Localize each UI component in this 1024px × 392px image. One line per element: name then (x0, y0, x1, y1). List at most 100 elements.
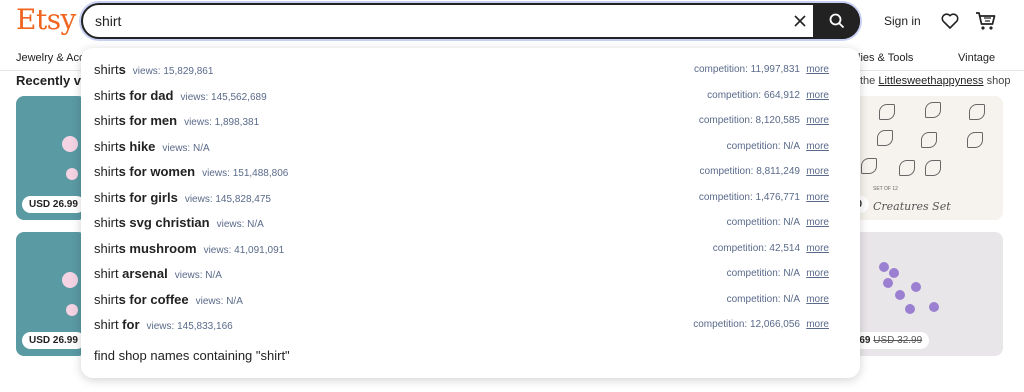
suggestion-competition: competition: N/A (726, 268, 800, 279)
product-image (879, 104, 895, 120)
more-link[interactable]: more (806, 166, 829, 177)
suggestion-term[interactable]: shirts for men views: 1,898,381 (94, 113, 259, 128)
search-button[interactable] (813, 3, 860, 39)
suggestion-row[interactable]: shirts mushroom views: 41,091,091 competit… (81, 237, 860, 261)
suggestion-completion: arsenal (118, 266, 168, 281)
suggestion-views: views: 145,828,475 (184, 193, 271, 205)
suggestion-completion: s for dad (118, 87, 174, 103)
suggestion-term[interactable]: shirts hike views: N/A (94, 139, 210, 154)
more-link[interactable]: more (806, 115, 829, 126)
suggestion-prefix: shirt (94, 138, 119, 154)
etsy-logo[interactable]: Etsy (16, 3, 76, 36)
suggestion-views: views: N/A (174, 270, 222, 281)
suggestion-competition: competition: 42,514 (712, 242, 800, 254)
sign-in-link[interactable]: Sign in (884, 14, 921, 28)
suggestion-term[interactable]: shirts for girls views: 145,828,475 (94, 190, 271, 205)
clear-search-button[interactable] (788, 9, 812, 33)
suggestion-prefix: shirt (94, 164, 119, 179)
more-link[interactable]: more (806, 64, 829, 75)
more-link[interactable]: more (806, 217, 829, 228)
product-image (62, 272, 78, 288)
listing-card[interactable]: SET OF 12 Creatures Set 00 (849, 96, 1003, 220)
nav-item-jewelry[interactable]: Jewelry & Acc (16, 52, 84, 64)
suggestion-views: views: 41,091,091 (203, 244, 285, 256)
shop-note: the Littlesweethappyness shop (860, 75, 1011, 87)
suggestion-prefix: shirt (94, 113, 119, 128)
suggestion-completion: s for girls (118, 189, 178, 205)
suggestion-prefix: shirt (94, 87, 119, 103)
suggestion-competition: competition: 12,066,056 (693, 319, 800, 330)
recently-viewed-heading: Recently vi (16, 73, 85, 88)
close-icon (794, 15, 806, 27)
listing-card[interactable]: 9.69 USD 32.99 (849, 232, 1003, 356)
listing-old-price: USD 32.99 (873, 335, 923, 346)
suggestion-row[interactable]: shirt arsenal views: N/A competition: N/A m… (81, 262, 860, 286)
listing-price: USD 26.99 (22, 332, 85, 349)
suggestion-completion: s svg christian (118, 215, 210, 230)
suggestion-completion: s for women (118, 164, 196, 179)
listing-price: 9.69 USD 32.99 (849, 332, 930, 349)
suggestion-term[interactable]: shirts mushroom views: 41,091,091 (94, 241, 284, 256)
suggestion-row[interactable]: shirts hike views: N/A competition: N/A mor… (81, 135, 860, 159)
suggestion-prefix: shirt (94, 266, 119, 281)
suggestion-row[interactable]: shirts for women views: 151,488,806 compet… (81, 160, 860, 184)
suggestion-competition: competition: 11,997,831 (693, 64, 800, 75)
suggestion-row[interactable]: shirts views: 15,829,861 competition: 11,9… (81, 58, 860, 82)
suggestion-term[interactable]: shirts views: 15,829,861 (94, 62, 213, 77)
suggestion-term[interactable]: shirts for coffee views: N/A (94, 292, 243, 307)
heart-icon[interactable] (940, 11, 960, 31)
more-link[interactable]: more (806, 192, 829, 203)
more-link[interactable]: more (806, 90, 829, 101)
nav-item-vintage[interactable]: Vintage (958, 52, 995, 64)
suggestion-views: views: 15,829,861 (132, 66, 214, 77)
suggestion-views: views: N/A (195, 295, 243, 307)
product-image (62, 136, 78, 152)
suggestion-prefix: shirt (94, 189, 119, 205)
search-icon (829, 13, 844, 29)
suggestion-completion: s hike (118, 138, 156, 154)
listing-card[interactable]: USD 26.99 (16, 96, 86, 220)
more-link[interactable]: more (806, 268, 829, 279)
suggestion-competition: competition: N/A (726, 140, 800, 152)
suggestion-views: views: 145,562,689 (180, 91, 267, 103)
shop-link[interactable]: Littlesweethappyness (878, 75, 983, 87)
suggestion-views: views: 151,488,806 (202, 168, 289, 179)
listing-subtitle: SET OF 12 (873, 186, 898, 192)
more-link[interactable]: more (806, 243, 829, 254)
suggestion-term[interactable]: shirt arsenal views: N/A (94, 266, 222, 281)
suggestion-row[interactable]: shirt for views: 145,833,166 competition: … (81, 313, 860, 337)
suggestion-competition: competition: 8,811,249 (699, 166, 800, 177)
suggestion-prefix: shirt (94, 317, 119, 332)
suggestion-term[interactable]: shirt for views: 145,833,166 (94, 317, 233, 332)
suggestion-term[interactable]: shirts svg christian views: N/A (94, 215, 264, 230)
search-input[interactable] (95, 12, 775, 30)
more-link[interactable]: more (806, 319, 829, 330)
suggestion-prefix: shirt (94, 215, 119, 230)
suggestion-completion: s for coffee (118, 291, 189, 307)
suggestion-row[interactable]: shirts for men views: 1,898,381 competitio… (81, 109, 860, 133)
suggestion-row[interactable]: shirts for girls views: 145,828,475 compet… (81, 186, 860, 210)
suggestion-competition: competition: N/A (726, 293, 800, 305)
cart-icon[interactable] (975, 10, 997, 32)
suggestion-competition: competition: 8,120,585 (698, 115, 800, 126)
site-header: Etsy Sign in (0, 0, 1024, 42)
more-link[interactable]: more (806, 294, 829, 305)
suggestion-competition: competition: 664,912 (707, 89, 800, 101)
suggestion-prefix: shirt (94, 291, 119, 307)
suggestion-row[interactable]: shirts for coffee views: N/A competition: … (81, 288, 860, 312)
listing-price: USD 26.99 (22, 196, 85, 213)
suggestion-views: views: N/A (216, 219, 264, 230)
suggestion-competition: competition: 1,476,771 (698, 191, 800, 203)
suggestion-term[interactable]: shirts for women views: 151,488,806 (94, 164, 288, 179)
suggestion-row[interactable]: shirts svg christian views: N/A competitio… (81, 211, 860, 235)
listing-title: Creatures Set (873, 200, 951, 213)
suggestion-prefix: shirt (94, 62, 119, 77)
suggestion-completion: s mushroom (118, 240, 197, 256)
find-shop-names-option[interactable]: find shop names containing "shirt" (94, 348, 290, 363)
listing-card[interactable]: USD 26.99 (16, 232, 86, 356)
suggestion-competition: competition: N/A (726, 217, 800, 228)
more-link[interactable]: more (806, 141, 829, 152)
suggestion-term[interactable]: shirts for dad views: 145,562,689 (94, 88, 267, 103)
nav-item-craft-supplies[interactable]: lies & Tools (858, 52, 913, 64)
suggestion-row[interactable]: shirts for dad views: 145,562,689 competit… (81, 84, 860, 108)
